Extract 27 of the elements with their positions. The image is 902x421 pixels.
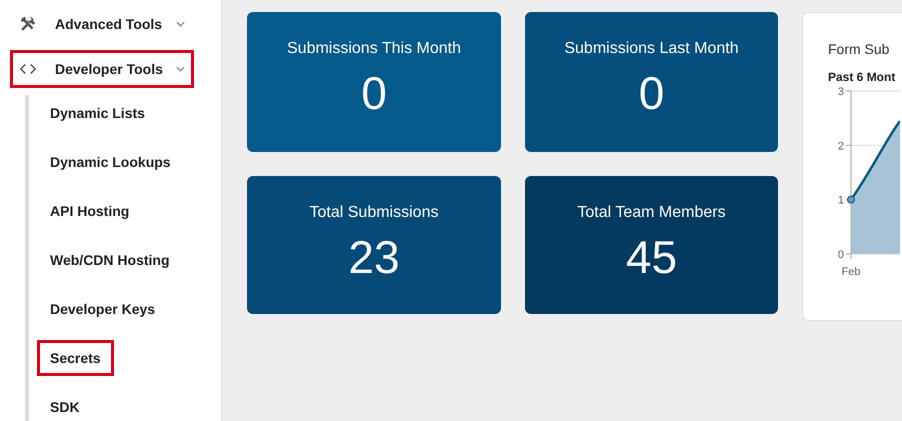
stat-value: 23 — [348, 230, 400, 284]
nav-subitem[interactable]: Developer Keys — [37, 291, 168, 327]
stat-title: Submissions Last Month — [564, 40, 739, 58]
axis-label: 2 — [838, 140, 844, 152]
nav-subitem[interactable]: Dynamic Lists — [37, 95, 158, 131]
tools-icon — [19, 15, 37, 33]
nav-item[interactable]: Developer Tools — [10, 50, 194, 88]
nav-subitem[interactable]: Dynamic Lookups — [37, 144, 184, 180]
nav-subitem[interactable]: Secrets — [37, 340, 114, 376]
chart-title: Form Sub — [828, 41, 890, 57]
axis-label: 1 — [838, 194, 844, 207]
axis-label: 0 — [838, 249, 844, 261]
axis-label: Feb — [842, 266, 860, 278]
stat-value: 0 — [638, 66, 664, 120]
stat-title: Total Submissions — [310, 204, 438, 222]
nav-item[interactable]: Advanced Tools — [10, 5, 194, 43]
stat-title: Submissions This Month — [287, 40, 461, 58]
chevron-icon — [176, 21, 185, 27]
axis-label: 3 — [838, 86, 844, 98]
nav-subitem[interactable]: API Hosting — [37, 193, 142, 229]
nav-subitem[interactable]: SDK — [37, 389, 93, 421]
nav-subitem[interactable]: Web/CDN Hosting — [37, 242, 183, 278]
chart-subtitle: Past 6 Mont — [828, 70, 896, 84]
stat-value: 0 — [361, 66, 387, 120]
stat-value: 45 — [626, 230, 678, 284]
chevron-icon — [176, 66, 185, 72]
stat-title: Total Team Members — [577, 204, 726, 222]
